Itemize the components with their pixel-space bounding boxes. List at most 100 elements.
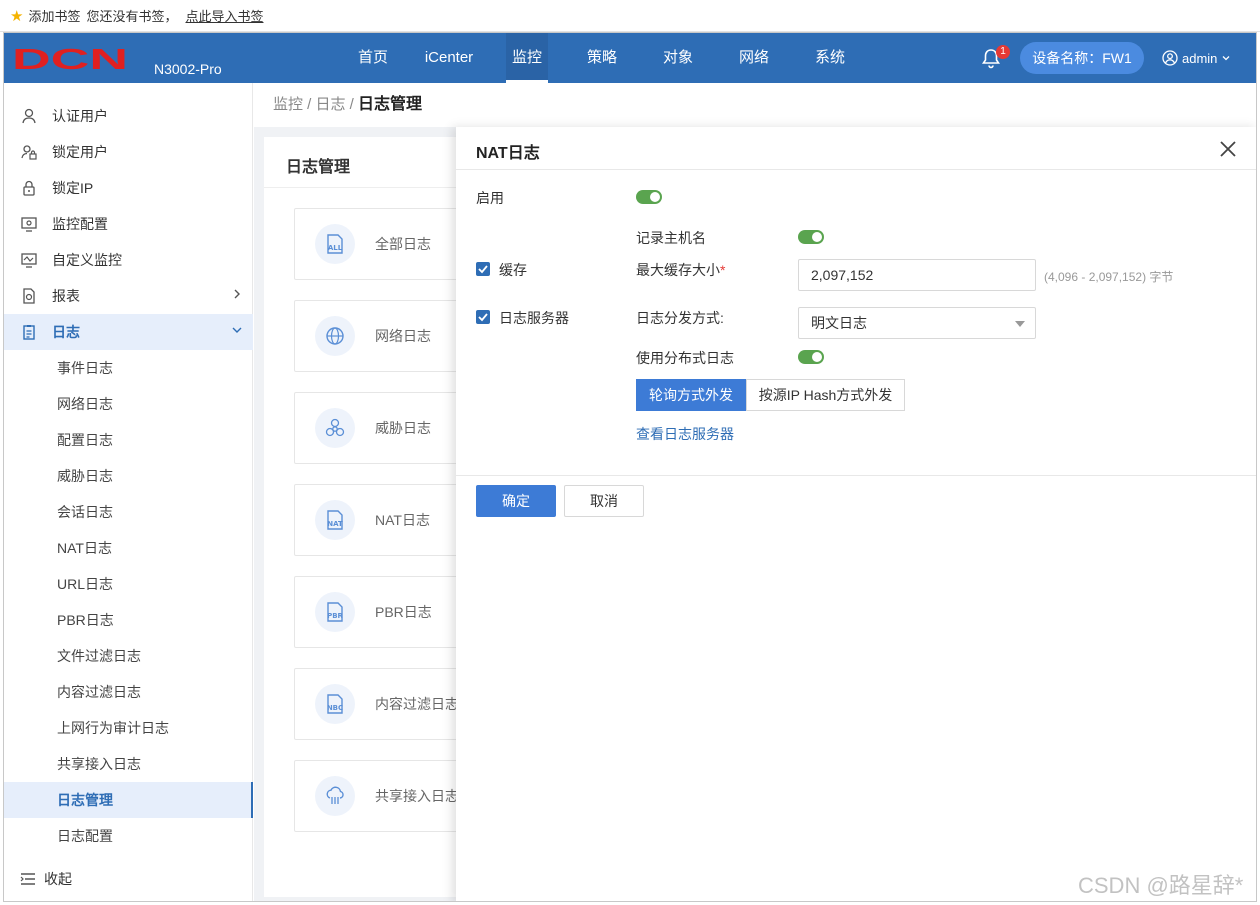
sidebar-item-locked-users[interactable]: 锁定用户 — [4, 134, 253, 170]
sidebar-sub-log-management[interactable]: 日志管理 — [4, 782, 253, 818]
nbc-file-icon: NBC — [315, 684, 355, 724]
watermark: CSDN @路星辞* — [1078, 873, 1244, 898]
user-icon — [20, 107, 38, 125]
max-cache-input[interactable] — [798, 259, 1036, 291]
nav-network[interactable]: 网络 — [726, 33, 782, 83]
custom-monitor-icon — [20, 251, 38, 269]
sidebar-item-auth-users[interactable]: 认证用户 — [4, 98, 253, 134]
biohazard-icon — [315, 408, 355, 448]
sidebar-item-label: 锁定用户 — [52, 144, 108, 160]
sidebar-sub-network-log[interactable]: 网络日志 — [4, 386, 253, 422]
seg-hash-button[interactable]: 按源IP Hash方式外发 — [746, 379, 905, 411]
card-label: 网络日志 — [375, 328, 431, 344]
collapse-menu-icon — [20, 873, 35, 885]
card-label: 威胁日志 — [375, 420, 431, 436]
panel-title: 日志管理 — [286, 159, 351, 176]
nav-icenter[interactable]: iCenter — [418, 33, 480, 83]
sidebar-sub-pbr-log[interactable]: PBR日志 — [4, 602, 253, 638]
ok-button[interactable]: 确定 — [476, 485, 556, 517]
app-frame: DCN N3002-Pro 首页 iCenter 监控 策略 对象 网络 系统 … — [3, 32, 1257, 902]
sidebar-sub-content-filter-log[interactable]: 内容过滤日志 — [4, 674, 253, 710]
max-cache-label: 最大缓存大小* — [636, 262, 726, 278]
svg-text:PBR: PBR — [327, 612, 343, 620]
nav-home[interactable]: 首页 — [344, 33, 402, 83]
nav-policy[interactable]: 策略 — [574, 33, 630, 83]
sidebar-sub-url-log[interactable]: URL日志 — [4, 566, 253, 602]
sidebar-sub-web-audit-log[interactable]: 上网行为审计日志 — [4, 710, 253, 746]
enable-toggle[interactable] — [636, 190, 662, 204]
sidebar-sub-file-filter-log[interactable]: 文件过滤日志 — [4, 638, 253, 674]
all-log-icon: ALL — [315, 224, 355, 264]
cache-label: 缓存 — [499, 262, 527, 278]
max-cache-hint: (4,096 - 2,097,152) 字节 — [1044, 270, 1174, 284]
collapse-label: 收起 — [44, 871, 72, 887]
required-mark: * — [720, 262, 726, 278]
log-icon — [20, 323, 38, 341]
dispatch-mode-label: 日志分发方式: — [636, 310, 724, 326]
breadcrumb-current: 日志管理 — [358, 96, 423, 113]
sidebar-sub-nat-log[interactable]: NAT日志 — [4, 530, 253, 566]
record-hostname-label: 记录主机名 — [636, 230, 706, 246]
bookmark-bar: ★ 添加书签 您还没有书签， 点此导入书签 — [0, 0, 1260, 32]
sidebar-item-monitor-config[interactable]: 监控配置 — [4, 206, 253, 242]
add-bookmark-label[interactable]: 添加书签 — [28, 6, 80, 25]
sidebar-sub-threat-log[interactable]: 威胁日志 — [4, 458, 253, 494]
seg-poll-button[interactable]: 轮询方式外发 — [636, 379, 746, 411]
svg-text:DCN: DCN — [12, 47, 128, 71]
model-name: N3002-Pro — [154, 61, 222, 77]
card-label: PBR日志 — [375, 604, 432, 620]
divider — [456, 169, 1256, 170]
sidebar-sub-session-log[interactable]: 会话日志 — [4, 494, 253, 530]
dispatch-mode-select[interactable]: 明文日志 — [798, 307, 1036, 339]
nav-monitor[interactable]: 监控 — [506, 33, 548, 83]
chevron-down-icon — [232, 327, 242, 333]
monitor-config-icon — [20, 215, 38, 233]
nav-object[interactable]: 对象 — [650, 33, 706, 83]
user-menu[interactable]: admin — [1162, 48, 1231, 68]
pbr-file-icon: PBR — [315, 592, 355, 632]
sidebar-sub-log-config[interactable]: 日志配置 — [4, 818, 253, 854]
dcn-logo[interactable]: DCN — [12, 47, 128, 71]
top-nav: DCN N3002-Pro 首页 iCenter 监控 策略 对象 网络 系统 … — [4, 33, 1256, 83]
card-label: 全部日志 — [375, 236, 431, 252]
sidebar-item-locked-ip[interactable]: 锁定IP — [4, 170, 253, 206]
sidebar-sub-event-log[interactable]: 事件日志 — [4, 350, 253, 386]
collapse-sidebar-button[interactable]: 收起 — [20, 869, 72, 889]
cache-checkbox[interactable] — [476, 262, 490, 276]
sidebar-item-label: 自定义监控 — [52, 252, 122, 268]
nat-file-icon: NAT — [315, 500, 355, 540]
username: admin — [1182, 50, 1218, 66]
close-icon[interactable] — [1218, 139, 1238, 159]
notification-badge: 1 — [996, 45, 1010, 59]
sidebar-item-label: 认证用户 — [52, 108, 108, 124]
dropdown-caret-icon — [1015, 321, 1025, 327]
star-icon[interactable]: ★ — [10, 7, 23, 25]
sidebar-item-label: 锁定IP — [52, 180, 94, 196]
log-server-checkbox[interactable] — [476, 310, 490, 324]
view-log-servers-link[interactable]: 查看日志服务器 — [636, 424, 734, 444]
globe-icon — [315, 316, 355, 356]
cloud-share-icon — [315, 776, 355, 816]
distributed-log-toggle[interactable] — [798, 350, 824, 364]
svg-text:NBC: NBC — [327, 704, 343, 712]
sidebar-item-custom-monitor[interactable]: 自定义监控 — [4, 242, 253, 278]
svg-text:ALL: ALL — [328, 244, 343, 252]
nav-system[interactable]: 系统 — [802, 33, 858, 83]
sidebar-sub-shared-access-log[interactable]: 共享接入日志 — [4, 746, 253, 782]
breadcrumb: 监控 / 日志 / 日志管理 — [254, 83, 1256, 127]
cancel-button[interactable]: 取消 — [564, 485, 644, 517]
import-bookmark-link[interactable]: 点此导入书签 — [185, 6, 263, 25]
card-label: 内容过滤日志 — [375, 696, 459, 712]
nat-log-drawer: NAT日志 启用 记录主机名 缓存 最大缓存大小* (4,096 - 2,097… — [456, 127, 1256, 901]
record-hostname-toggle[interactable] — [798, 230, 824, 244]
sidebar-sub-config-log[interactable]: 配置日志 — [4, 422, 253, 458]
checkmark-icon — [478, 265, 488, 274]
log-server-label: 日志服务器 — [499, 310, 569, 326]
sidebar-item-log[interactable]: 日志 — [4, 314, 253, 350]
user-lock-icon — [20, 143, 38, 161]
sidebar-item-report[interactable]: 报表 — [4, 278, 253, 314]
lock-icon — [20, 179, 38, 197]
breadcrumb-path[interactable]: 监控 / 日志 / — [273, 96, 358, 113]
device-name-badge[interactable]: 设备名称：FW1 — [1020, 42, 1144, 74]
sidebar-item-label: 监控配置 — [52, 216, 108, 232]
